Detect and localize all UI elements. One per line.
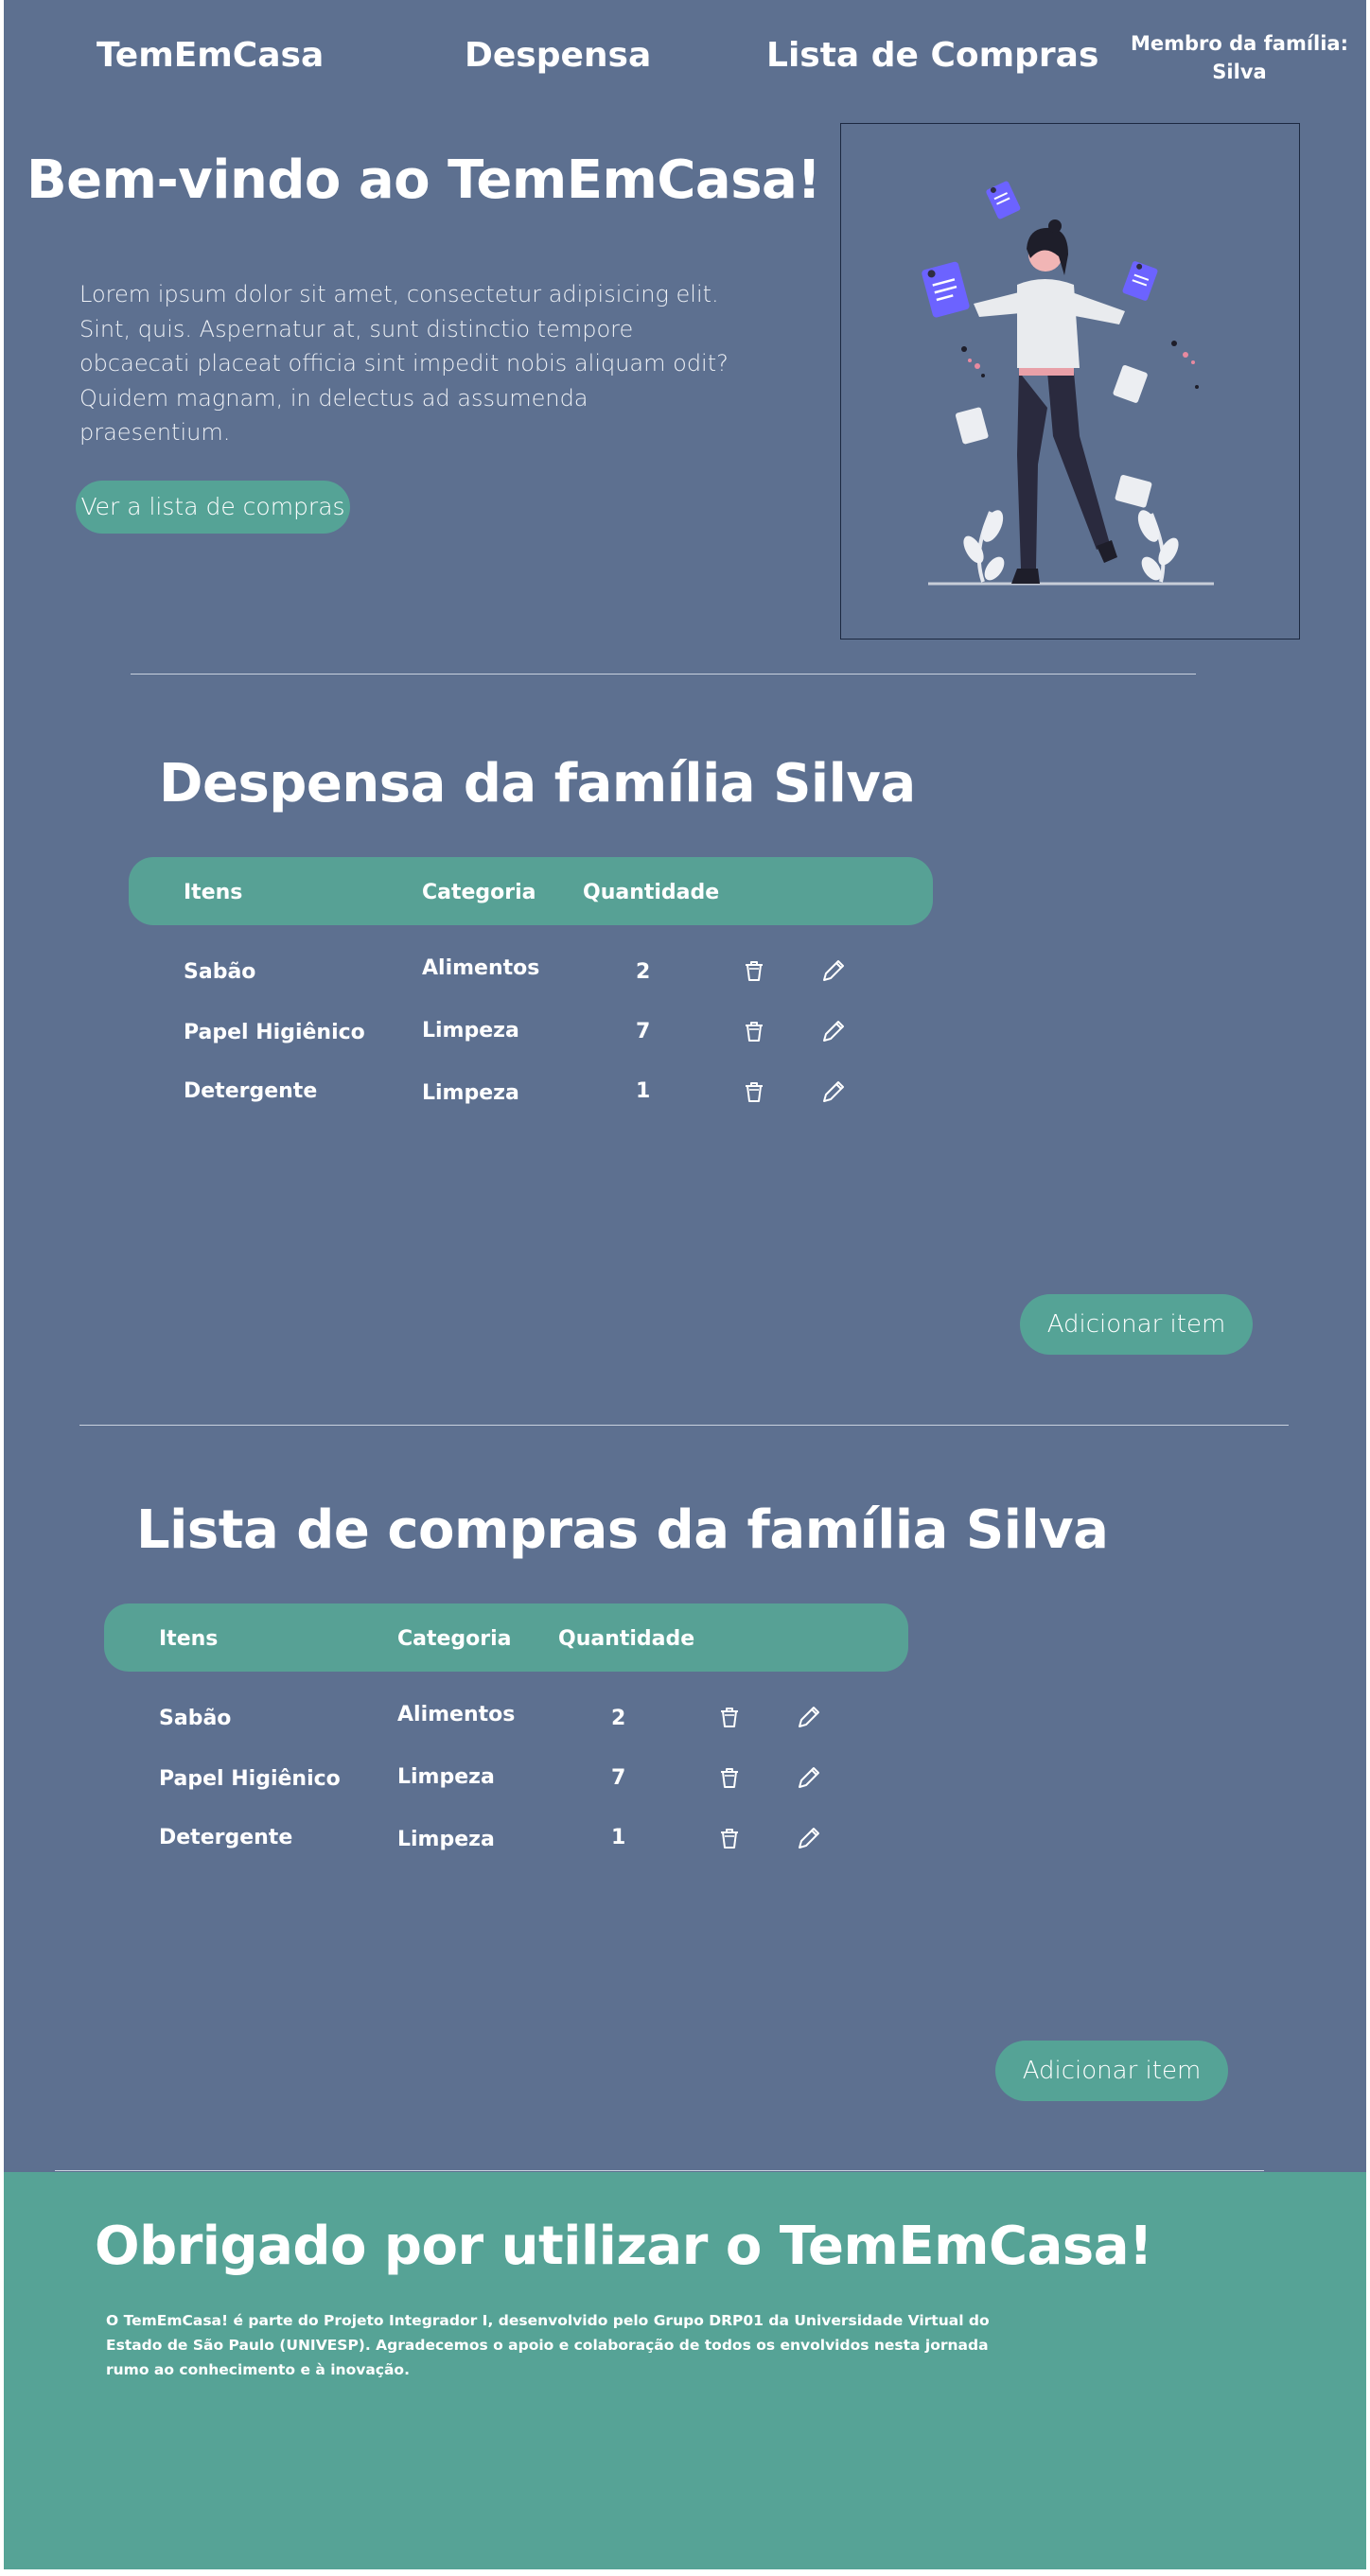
table-row: Sabão Alimentos 2 xyxy=(129,947,933,994)
item-quantity: 7 xyxy=(611,1766,626,1790)
family-member-name: Silva xyxy=(1212,61,1267,83)
footer-text: O TemEmCasa! é parte do Projeto Integrad… xyxy=(106,2312,990,2378)
pantry-add-item-button[interactable]: Adicionar item xyxy=(1020,1294,1253,1355)
item-name: Papel Higiênico xyxy=(184,1021,365,1044)
table-row: Papel Higiênico Limpeza 7 xyxy=(104,1754,908,1801)
pencil-icon[interactable] xyxy=(819,956,848,985)
pantry-table-header: Itens Categoria Quantidade xyxy=(129,857,933,925)
column-header-categoria: Categoria xyxy=(422,881,536,904)
item-name: Detergente xyxy=(184,1079,318,1103)
table-row: Papel Higiênico Limpeza 7 xyxy=(129,1008,933,1055)
item-quantity: 2 xyxy=(636,960,651,984)
family-member-label: Membro da família: xyxy=(1130,32,1348,55)
item-quantity: 1 xyxy=(611,1826,626,1849)
family-member: Membro da família: Silva xyxy=(1126,29,1353,86)
pencil-icon[interactable] xyxy=(819,1078,848,1106)
divider xyxy=(55,2170,1264,2171)
shopping-table-header: Itens Categoria Quantidade xyxy=(104,1603,908,1672)
item-name: Papel Higiênico xyxy=(159,1767,341,1791)
divider xyxy=(131,674,1196,675)
pencil-icon[interactable] xyxy=(795,1763,823,1792)
item-category: Limpeza xyxy=(397,1828,495,1851)
shopping-add-item-button[interactable]: Adicionar item xyxy=(995,2041,1228,2101)
item-name: Sabão xyxy=(184,960,256,984)
pencil-icon[interactable] xyxy=(819,1017,848,1045)
hero-description: Lorem ipsum dolor sit amet, consectetur … xyxy=(79,281,729,446)
nav-lista-de-compras[interactable]: Lista de Compras xyxy=(766,36,1098,75)
view-shopping-list-button[interactable]: Ver a lista de compras xyxy=(76,481,350,534)
table-row: Detergente Limpeza 1 xyxy=(129,1068,933,1115)
divider xyxy=(79,1425,1289,1426)
trash-icon[interactable] xyxy=(740,1017,768,1045)
trash-icon[interactable] xyxy=(740,956,768,985)
trash-icon[interactable] xyxy=(715,1763,744,1792)
hero-illustration xyxy=(840,123,1300,640)
page: TemEmCasa Despensa Lista de Compras Memb… xyxy=(4,0,1366,2569)
shopping-list-title: Lista de compras da família Silva xyxy=(136,1499,1109,1561)
column-header-quantidade: Quantidade xyxy=(583,881,720,904)
table-row: Detergente Limpeza 1 xyxy=(104,1814,908,1862)
nav-despensa[interactable]: Despensa xyxy=(465,36,651,75)
footer: Obrigado por utilizar o TemEmCasa! O Tem… xyxy=(4,2172,1366,2569)
hero-title: Bem-vindo ao TemEmCasa! xyxy=(26,149,821,211)
item-category: Limpeza xyxy=(422,1081,519,1105)
column-header-itens: Itens xyxy=(159,1627,219,1651)
column-header-itens: Itens xyxy=(184,881,243,904)
item-category: Alimentos xyxy=(397,1703,516,1726)
note-icon xyxy=(922,261,970,318)
pantry-title: Despensa da família Silva xyxy=(159,753,916,815)
trash-icon[interactable] xyxy=(715,1824,744,1852)
item-quantity: 2 xyxy=(611,1707,626,1730)
column-header-categoria: Categoria xyxy=(397,1627,512,1651)
item-quantity: 7 xyxy=(636,1020,651,1043)
pencil-icon[interactable] xyxy=(795,1703,823,1731)
table-row: Sabão Alimentos 2 xyxy=(104,1693,908,1741)
item-quantity: 1 xyxy=(636,1079,651,1103)
brand-logo[interactable]: TemEmCasa xyxy=(97,36,324,75)
pencil-icon[interactable] xyxy=(795,1824,823,1852)
item-name: Sabão xyxy=(159,1707,232,1730)
trash-icon[interactable] xyxy=(740,1078,768,1106)
trash-icon[interactable] xyxy=(715,1703,744,1731)
item-category: Limpeza xyxy=(397,1765,495,1789)
footer-title: Obrigado por utilizar o TemEmCasa! xyxy=(95,2216,1153,2277)
woman-juggling-notes-illustration xyxy=(922,181,1214,586)
column-header-quantidade: Quantidade xyxy=(558,1627,695,1651)
item-name: Detergente xyxy=(159,1826,293,1849)
item-category: Limpeza xyxy=(422,1019,519,1043)
item-category: Alimentos xyxy=(422,956,540,980)
